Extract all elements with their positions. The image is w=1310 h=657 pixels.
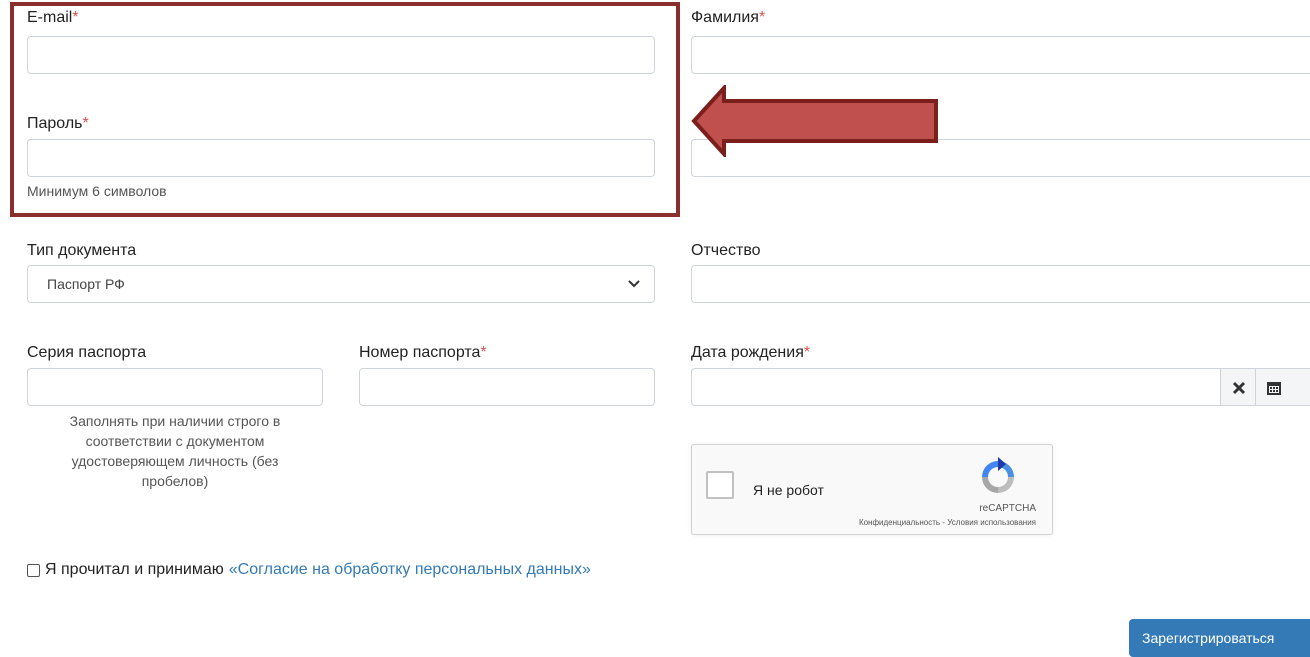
passport-number-label: Номер паспорта* [359, 344, 487, 361]
passport-series-input[interactable] [27, 368, 323, 406]
last-name-label: Фамилия* [691, 9, 766, 26]
doc-type-label: Тип документа [27, 242, 137, 259]
patronymic-input[interactable] [691, 265, 1310, 303]
recaptcha-brand: reCAPTCHA [979, 503, 1036, 514]
calendar-button[interactable] [1255, 368, 1310, 406]
recaptcha-links[interactable]: Конфиденциальность - Условия использован… [859, 518, 1036, 527]
highlight-box [10, 2, 680, 217]
chevron-down-icon [628, 280, 640, 288]
register-button[interactable]: Зарегистрироваться [1129, 619, 1310, 657]
doc-type-select[interactable]: Паспорт РФ [27, 265, 655, 303]
clear-date-button[interactable] [1220, 368, 1256, 406]
last-name-input[interactable] [691, 36, 1310, 74]
consent-checkbox[interactable] [27, 563, 40, 577]
doc-type-value: Паспорт РФ [47, 276, 125, 292]
recaptcha-checkbox[interactable] [706, 471, 734, 499]
recaptcha-icon [982, 457, 1014, 493]
patronymic-label: Отчество [691, 242, 761, 259]
recaptcha-widget: Я не робот reCAPTCHA Конфиденциальность … [691, 444, 1053, 535]
passport-series-hint: Заполнять при наличии строго в соответст… [69, 413, 281, 489]
recaptcha-label: Я не робот [753, 482, 824, 498]
passport-series-label: Серия паспорта [27, 344, 147, 361]
consent-link[interactable]: «Согласие на обработку персональных данн… [229, 561, 591, 579]
consent-text: Я прочитал и принимаю [45, 561, 224, 578]
calendar-icon [1267, 382, 1281, 395]
consent-row: Я прочитал и принимаю «Согласие на обраб… [27, 561, 591, 579]
arrow-annotation [691, 85, 938, 157]
birth-date-input[interactable] [691, 368, 1221, 406]
birth-date-label: Дата рождения* [691, 344, 811, 361]
passport-number-input[interactable] [359, 368, 655, 406]
close-icon [1232, 381, 1246, 395]
